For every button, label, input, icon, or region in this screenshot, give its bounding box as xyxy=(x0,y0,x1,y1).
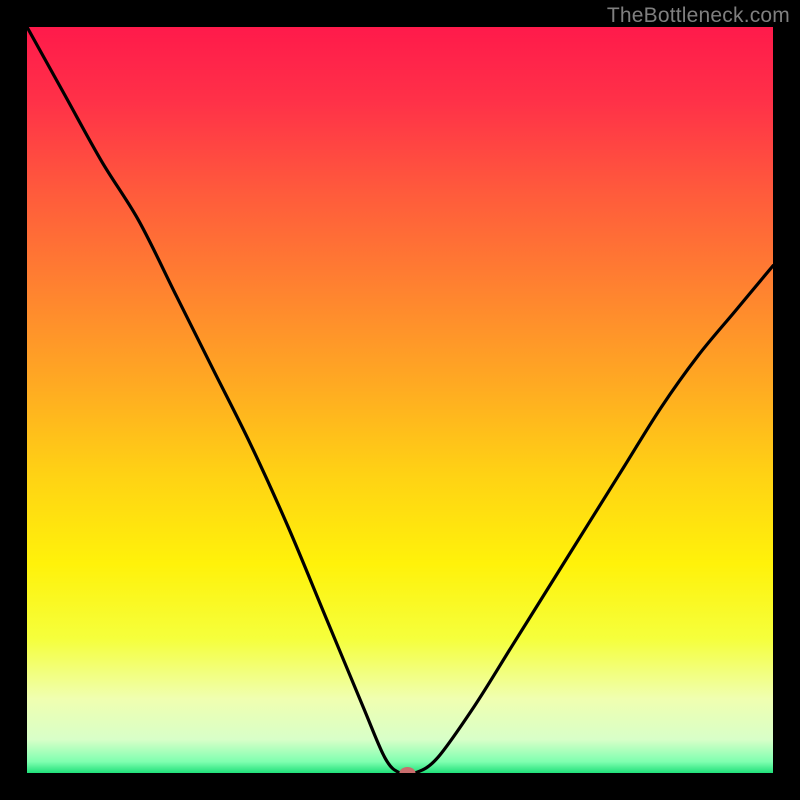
plot-area xyxy=(27,27,773,773)
bottleneck-chart-svg xyxy=(27,27,773,773)
gradient-background xyxy=(27,27,773,773)
chart-frame: TheBottleneck.com xyxy=(0,0,800,800)
watermark-text: TheBottleneck.com xyxy=(607,4,790,28)
